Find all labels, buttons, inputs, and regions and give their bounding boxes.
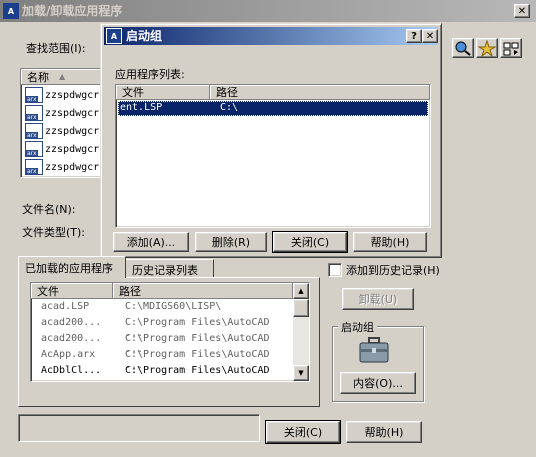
autocad-icon: A xyxy=(106,28,122,44)
close-button[interactable]: 关闭(C) xyxy=(265,420,341,444)
file-list[interactable]: 名称 ▲ zzspdwgcr zzspdwgcr zzspdwgcr zzspd… xyxy=(20,68,104,178)
startup-title-bar: A 启动组 ? ✕ xyxy=(104,27,438,45)
column-header-file[interactable]: 文件 xyxy=(116,85,210,100)
checkbox-box xyxy=(328,263,342,277)
arx-file-icon xyxy=(25,87,43,103)
views-icon[interactable] xyxy=(500,38,522,58)
main-title-bar: A 加载/卸载应用程序 ✕ xyxy=(0,0,536,22)
cell-file: acad200... xyxy=(41,333,102,344)
close-icon: ✕ xyxy=(517,5,527,17)
unload-button[interactable]: 卸载(U) xyxy=(342,288,414,310)
startup-close-btn[interactable]: 关闭(C) xyxy=(272,231,348,253)
startup-group-label: 启动组 xyxy=(338,319,377,335)
cell-file: acad.LSP xyxy=(41,301,90,312)
list-item[interactable]: zzspdwgcr xyxy=(25,87,99,103)
contents-button[interactable]: 内容(O)... xyxy=(340,372,416,394)
app-list-label: 应用程序列表: xyxy=(115,68,185,81)
table-row[interactable]: AcApp.arx C:\Program Files\AutoCAD ... xyxy=(41,349,291,371)
arrow-up-icon: ▲ xyxy=(298,287,304,295)
list-item[interactable]: zzspdwgcr xyxy=(25,141,99,157)
filename-label: 文件名(N): xyxy=(22,203,76,216)
cell-file: AcApp.arx xyxy=(41,349,96,360)
startup-help-button[interactable]: ? xyxy=(406,29,422,43)
startup-dialog: A 启动组 ? ✕ 应用程序列表: 文件 路径 ent.LSP C:\ 添加(A… xyxy=(100,23,442,258)
startup-help-btn[interactable]: 帮助(H) xyxy=(353,232,427,252)
list-item[interactable]: zzspdwgcr xyxy=(25,123,99,139)
cell-file: acad200... xyxy=(41,317,102,328)
startup-close-button[interactable]: ✕ xyxy=(422,29,438,43)
add-to-history-checkbox[interactable]: 添加到历史记录(H) xyxy=(328,262,440,278)
favorites-icon[interactable] xyxy=(476,38,498,58)
help-button[interactable]: 帮助(H) xyxy=(346,421,422,443)
lookin-label: 查找范围(I): xyxy=(26,42,86,55)
tab-loaded-apps[interactable]: 已加载的应用程序 xyxy=(18,256,126,278)
arrow-down-icon: ▼ xyxy=(298,369,304,377)
cell-path: C:\Program Files\AutoCAD ... xyxy=(125,365,270,382)
add-button[interactable]: 添加(A)... xyxy=(113,232,189,252)
autocad-icon: A xyxy=(3,3,19,19)
help-icon: ? xyxy=(411,30,417,42)
loaded-apps-list[interactable]: 文件 路径 acad.LSP C:\MDIGS60\LISP\ acad200.… xyxy=(30,282,310,382)
cell-path: C:\ xyxy=(220,102,239,113)
table-row-selected[interactable]: ent.LSP C:\ xyxy=(118,101,428,116)
startup-title: 启动组 xyxy=(126,29,163,43)
cell-file: AcDblCl... xyxy=(41,365,102,376)
arx-file-icon xyxy=(25,159,43,175)
vertical-scrollbar[interactable]: ▲ ▼ xyxy=(293,283,309,381)
status-field xyxy=(18,414,260,442)
startup-app-list[interactable]: 文件 路径 ent.LSP C:\ xyxy=(115,84,431,228)
scroll-up-button[interactable]: ▲ xyxy=(293,283,309,299)
scroll-down-button[interactable]: ▼ xyxy=(293,365,309,381)
filetype-label: 文件类型(T): xyxy=(22,226,86,239)
table-row[interactable]: acad200... C:\Program Files\AutoCAD ... xyxy=(41,317,291,339)
column-header-name[interactable]: 名称 ▲ xyxy=(21,69,103,85)
table-row[interactable]: acad200... C:\Program Files\AutoCAD ... xyxy=(41,333,291,355)
window-title: 加载/卸载应用程序 xyxy=(22,4,123,18)
search-web-icon[interactable] xyxy=(452,38,474,58)
main-close-button[interactable]: ✕ xyxy=(514,4,530,18)
cell-file: ent.LSP xyxy=(120,102,163,113)
column-header-path[interactable]: 路径 xyxy=(113,283,293,299)
briefcase-icon xyxy=(358,336,390,367)
arx-file-icon xyxy=(25,123,43,139)
list-item[interactable]: zzspdwgcr xyxy=(25,159,99,175)
cell-path: C:\MDIGS60\LISP\ xyxy=(125,301,222,312)
close-icon: ✕ xyxy=(425,30,435,42)
tab-history-list[interactable]: 历史记录列表 xyxy=(126,259,214,277)
table-row[interactable]: acad.LSP C:\MDIGS60\LISP\ xyxy=(41,301,291,316)
remove-button[interactable]: 删除(R) xyxy=(195,232,267,252)
column-header-file[interactable]: 文件 xyxy=(31,283,113,299)
scroll-thumb[interactable] xyxy=(293,299,309,317)
table-row[interactable]: AcDblCl... C:\Program Files\AutoCAD ... xyxy=(41,365,291,382)
sort-ascending-icon: ▲ xyxy=(59,72,66,81)
column-header-path[interactable]: 路径 xyxy=(210,85,430,100)
arx-file-icon xyxy=(25,105,43,121)
list-item[interactable]: zzspdwgcr xyxy=(25,105,99,121)
arx-file-icon xyxy=(25,141,43,157)
